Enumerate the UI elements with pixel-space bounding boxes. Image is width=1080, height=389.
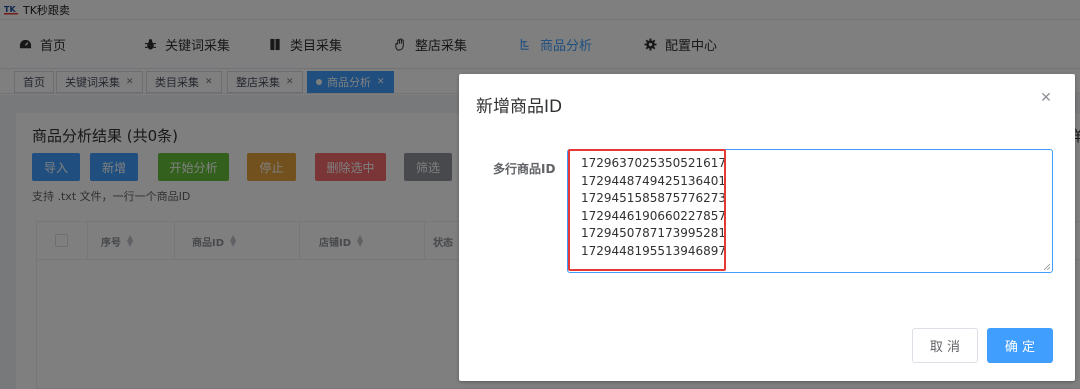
- product-ids-label: 多行商品ID: [493, 162, 556, 176]
- resize-handle-icon[interactable]: [1044, 264, 1050, 270]
- textarea-value: 1729637025350521617 1729448749425136401 …: [581, 156, 727, 258]
- confirm-button[interactable]: 确 定: [987, 328, 1053, 363]
- dialog-title: 新增商品ID: [476, 97, 563, 117]
- cancel-button[interactable]: 取 消: [912, 328, 978, 363]
- close-icon[interactable]: ✕: [1039, 91, 1053, 105]
- product-ids-textarea[interactable]: 1729637025350521617 1729448749425136401 …: [567, 149, 1053, 273]
- add-product-id-dialog: 新增商品ID ✕ 多行商品ID 1729637025350521617 1729…: [459, 74, 1075, 381]
